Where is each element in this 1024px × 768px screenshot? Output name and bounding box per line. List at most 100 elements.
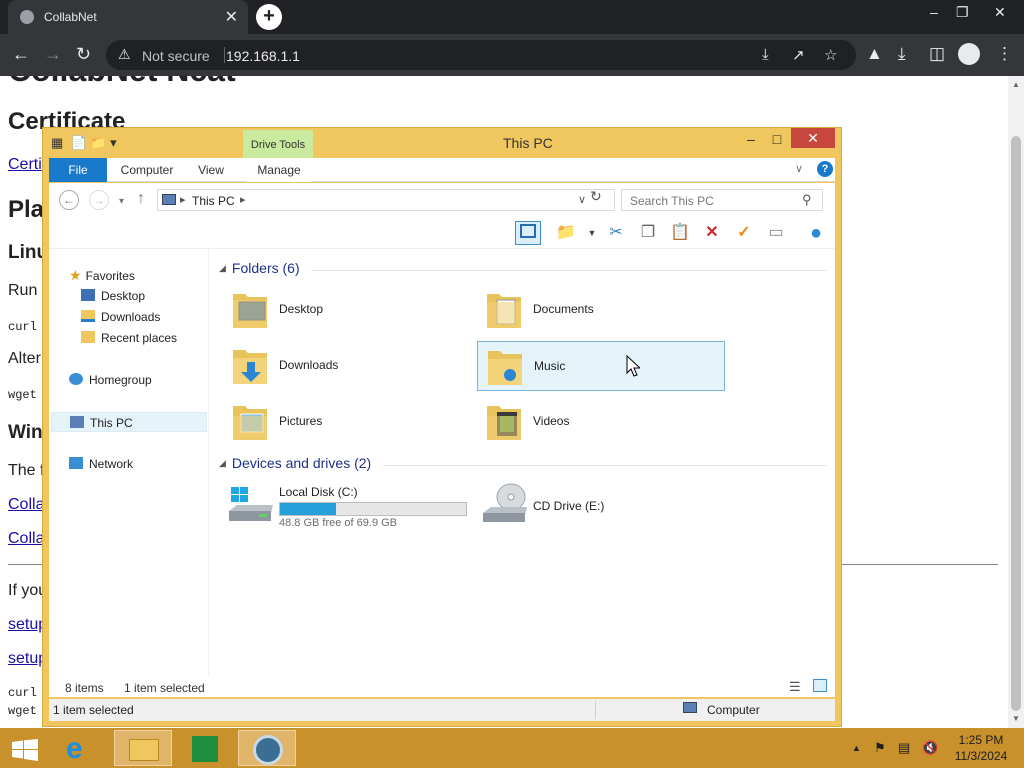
forward-arrow-icon[interactable]: → xyxy=(89,190,109,210)
up-arrow-icon[interactable]: ↑ xyxy=(137,190,145,208)
breadcrumb-separator-icon[interactable]: ▸ xyxy=(180,193,186,206)
collapse-triangle-icon[interactable]: ◢ xyxy=(219,458,226,468)
certificate-link[interactable]: Certi xyxy=(8,156,42,174)
side-panel-icon[interactable]: ◫ xyxy=(929,44,945,64)
drive-local-disk-c[interactable]: Local Disk (C:) 48.8 GB free of 69.9 GB xyxy=(223,481,483,533)
tab-view[interactable]: View xyxy=(191,158,231,182)
tab-computer[interactable]: Computer xyxy=(111,158,183,182)
nav-favorites[interactable]: ★ Favorites xyxy=(69,265,135,285)
cut-icon[interactable]: ✂ xyxy=(603,221,629,245)
copy-icon[interactable]: ❐ xyxy=(635,221,661,245)
address-dropdown-icon[interactable]: ∨ xyxy=(578,193,586,206)
folder-music[interactable]: Music xyxy=(477,341,725,391)
folder-documents[interactable]: Documents xyxy=(477,285,725,335)
nav-network[interactable]: Network xyxy=(69,454,133,474)
properties-dropdown-icon[interactable]: ▼ xyxy=(579,221,605,245)
labs-flask-icon[interactable]: ▲ xyxy=(866,44,883,64)
system-clock[interactable]: 1:25 PM 11/3/2024 xyxy=(946,732,1016,764)
close-tab-icon[interactable]: ✕ xyxy=(225,7,238,27)
nav-this-pc[interactable]: This PC xyxy=(51,412,207,432)
tab-manage[interactable]: Manage xyxy=(247,158,311,182)
url-text[interactable]: 192.168.1.1 xyxy=(226,48,300,64)
quick-access-toolbar[interactable]: ▦ 📄 📁 ▾ xyxy=(51,135,117,151)
collapse-triangle-icon[interactable]: ◢ xyxy=(219,263,226,273)
network-tray-icon[interactable]: ▤ xyxy=(898,740,910,756)
address-bar[interactable]: ⚠ Not secure 192.168.1.1 ⤓ ↗ ☆ xyxy=(106,40,856,70)
page-scrollbar[interactable]: ▲ ▼ xyxy=(1008,76,1024,728)
warning-icon[interactable]: ⚠ xyxy=(118,46,131,63)
nav-recent-places[interactable]: Recent places xyxy=(81,328,177,348)
devices-group-header[interactable]: ◢ Devices and drives (2) xyxy=(219,455,371,471)
folders-group-header[interactable]: ◢ Folders (6) xyxy=(219,260,300,276)
explorer-maximize-button[interactable]: □ xyxy=(769,129,785,151)
rename-check-icon[interactable]: ✓ xyxy=(731,221,757,245)
details-view-icon[interactable]: ☰ xyxy=(789,679,801,695)
action-center-flag-icon[interactable]: ⚑ xyxy=(874,740,886,756)
taskbar-file-explorer[interactable] xyxy=(114,730,172,766)
folder-downloads[interactable]: Downloads xyxy=(223,341,471,391)
explorer-network-icon[interactable]: ● xyxy=(803,221,829,245)
new-window-icon[interactable]: ▭ xyxy=(763,221,789,245)
nav-recent-label: Recent places xyxy=(101,331,178,345)
help-button[interactable]: ? xyxy=(817,161,833,177)
bookmark-star-icon[interactable]: ☆ xyxy=(824,46,837,64)
scroll-down-icon[interactable]: ▼ xyxy=(1012,714,1020,723)
browser-tab[interactable]: CollabNet ✕ xyxy=(8,0,248,34)
preview-pane-icon[interactable] xyxy=(515,221,541,245)
back-icon[interactable]: ← xyxy=(12,44,30,64)
forward-icon[interactable]: → xyxy=(44,44,62,64)
drive-cd-e[interactable]: CD Drive (E:) xyxy=(477,481,737,533)
folder-desktop[interactable]: Desktop xyxy=(223,285,471,335)
file-explorer-icon xyxy=(129,739,159,761)
cd-drive-icon xyxy=(483,483,527,522)
back-arrow-icon[interactable]: ← xyxy=(59,190,79,210)
nav-homegroup[interactable]: Homegroup xyxy=(69,370,152,390)
documents-folder-icon xyxy=(487,294,521,328)
delete-icon[interactable]: ✕ xyxy=(699,221,725,245)
folder-pictures[interactable]: Pictures xyxy=(223,397,471,447)
the-text: The f xyxy=(8,462,45,479)
explorer-close-button[interactable]: ✕ xyxy=(791,128,835,148)
reload-icon[interactable]: ↻ xyxy=(76,44,91,64)
wget-command: wget xyxy=(8,388,37,402)
tab-file[interactable]: File xyxy=(49,158,107,182)
minimize-button[interactable]: – xyxy=(930,4,938,20)
search-placeholder[interactable]: Search This PC xyxy=(630,194,714,208)
restore-button[interactable]: ❐ xyxy=(956,4,969,21)
ribbon-collapse-icon[interactable]: ∨ xyxy=(795,162,803,175)
show-hidden-icons-chevron-icon[interactable]: ▲ xyxy=(852,743,861,753)
nav-desktop[interactable]: Desktop xyxy=(81,286,145,306)
recent-locations-icon[interactable]: ▾ xyxy=(119,193,124,211)
new-tab-button[interactable]: + xyxy=(256,4,282,30)
close-window-button[interactable]: ✕ xyxy=(994,4,1006,21)
taskbar-store[interactable] xyxy=(176,730,234,766)
nav-downloads[interactable]: Downloads xyxy=(81,307,160,327)
breadcrumb-this-pc[interactable]: This PC xyxy=(192,194,235,208)
explorer-titlebar[interactable]: ▦ 📄 📁 ▾ Drive Tools This PC – □ ✕ xyxy=(43,128,841,158)
search-input[interactable]: Search This PC ⚲ xyxy=(621,189,823,211)
share-icon[interactable]: ↗ xyxy=(792,46,805,64)
paste-icon[interactable]: 📋 xyxy=(667,221,693,245)
scrollbar-thumb[interactable] xyxy=(1011,136,1021,711)
refresh-icon[interactable]: ↻ xyxy=(590,188,602,205)
large-icons-view-icon[interactable] xyxy=(813,679,827,692)
folder-videos[interactable]: Videos xyxy=(477,397,725,447)
install-icon[interactable]: ⤓ xyxy=(762,46,769,63)
scroll-up-icon[interactable]: ▲ xyxy=(1012,80,1020,89)
taskbar-internet-explorer[interactable]: e xyxy=(52,730,110,766)
security-label[interactable]: Not secure xyxy=(142,48,210,64)
search-icon[interactable]: ⚲ xyxy=(802,192,812,208)
menu-icon[interactable]: ⋮ xyxy=(996,44,1013,64)
address-bar[interactable]: ▸ This PC ▸ ∨ xyxy=(157,189,615,211)
volume-muted-icon[interactable]: 🔇 xyxy=(922,740,938,756)
download-icon[interactable]: ⤓ xyxy=(898,44,906,64)
tab-title: CollabNet xyxy=(44,10,97,24)
explorer-minimize-button[interactable]: – xyxy=(743,129,759,151)
start-button[interactable] xyxy=(0,730,48,766)
profile-avatar[interactable] xyxy=(958,43,980,65)
breadcrumb-chevron-icon[interactable]: ▸ xyxy=(240,193,246,206)
taskbar-chrome[interactable] xyxy=(238,730,296,766)
collabnet-link-1[interactable]: Colla xyxy=(8,496,44,514)
properties-icon[interactable]: 📁 xyxy=(553,221,579,245)
collabnet-link-2[interactable]: Colla xyxy=(8,530,44,548)
